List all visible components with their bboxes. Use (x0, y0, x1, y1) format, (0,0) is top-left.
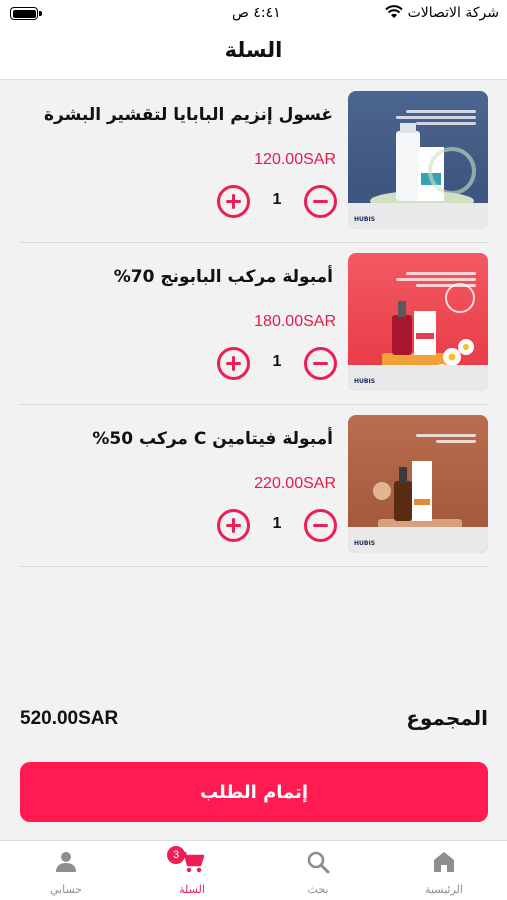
product-name: غسول إنزيم البابايا لتقشير البشرة (44, 105, 333, 125)
carrier-name: شركة الاتصالات (407, 5, 499, 21)
status-time: ٤:٤١ ص (232, 5, 281, 21)
product-image[interactable]: HUBIS (348, 415, 488, 553)
checkout-button[interactable]: إتمام الطلب (20, 762, 488, 822)
total-label: المجموع (406, 706, 488, 730)
order-total: 520.00SAR المجموع (20, 706, 488, 736)
increase-quantity-button[interactable] (217, 185, 250, 218)
tab-label: بحث (307, 883, 329, 896)
tab-label: السلة (179, 883, 205, 896)
tab-bar: الرئيسية بحث 3 السلة حسابي (0, 840, 507, 900)
tab-home[interactable]: الرئيسية (381, 841, 507, 900)
product-price: 120.00SAR (254, 151, 336, 168)
tab-search[interactable]: بحث (255, 841, 381, 900)
product-price: 220.00SAR (254, 475, 336, 492)
search-icon (307, 851, 330, 874)
quantity-value: 1 (272, 353, 282, 370)
image-caption (396, 107, 476, 133)
home-icon (434, 852, 454, 872)
quantity-stepper: 1 (217, 347, 337, 381)
quantity-value: 1 (272, 515, 282, 532)
product-name: أمبولة فيتامين C مركب 50% (92, 429, 333, 449)
decrease-quantity-button[interactable] (304, 347, 337, 380)
brand-logo: HUBIS (354, 540, 376, 547)
product-image[interactable]: HUBIS (348, 253, 488, 391)
tab-account[interactable]: حسابي (3, 841, 129, 900)
user-icon (56, 852, 76, 872)
page-header: السلة (0, 30, 507, 80)
quantity-value: 1 (272, 191, 282, 208)
image-caption (396, 269, 476, 295)
tab-label: حسابي (49, 883, 83, 896)
total-amount: 520.00SAR (20, 708, 119, 729)
image-caption (396, 431, 476, 457)
product-name: أمبولة مركب البابونج 70% (113, 267, 333, 287)
tab-cart[interactable]: 3 السلة (129, 841, 255, 900)
battery-icon (10, 7, 42, 20)
brand-logo: HUBIS (354, 216, 376, 223)
increase-quantity-button[interactable] (217, 509, 250, 542)
cart-item: HUBIS غسول إنزيم البابايا لتقشير البشرة … (20, 81, 488, 243)
decrease-quantity-button[interactable] (304, 185, 337, 218)
brand-logo: HUBIS (354, 378, 376, 385)
quantity-stepper: 1 (217, 509, 337, 543)
cart-item: HUBIS أمبولة فيتامين C مركب 50% 220.00SA… (20, 405, 488, 567)
increase-quantity-button[interactable] (217, 347, 250, 380)
tab-label: الرئيسية (425, 883, 463, 896)
product-image[interactable]: HUBIS (348, 91, 488, 229)
decrease-quantity-button[interactable] (304, 509, 337, 542)
cart-item: HUBIS أمبولة مركب البابونج 70% 180.00SAR… (20, 243, 488, 405)
status-bar: ٤:٤١ ص شركة الاتصالات (0, 0, 507, 30)
cart-count-badge: 3 (167, 846, 185, 864)
page-title: السلة (224, 38, 283, 62)
quantity-stepper: 1 (217, 185, 337, 219)
product-price: 180.00SAR (254, 313, 336, 330)
wifi-icon (385, 5, 403, 18)
